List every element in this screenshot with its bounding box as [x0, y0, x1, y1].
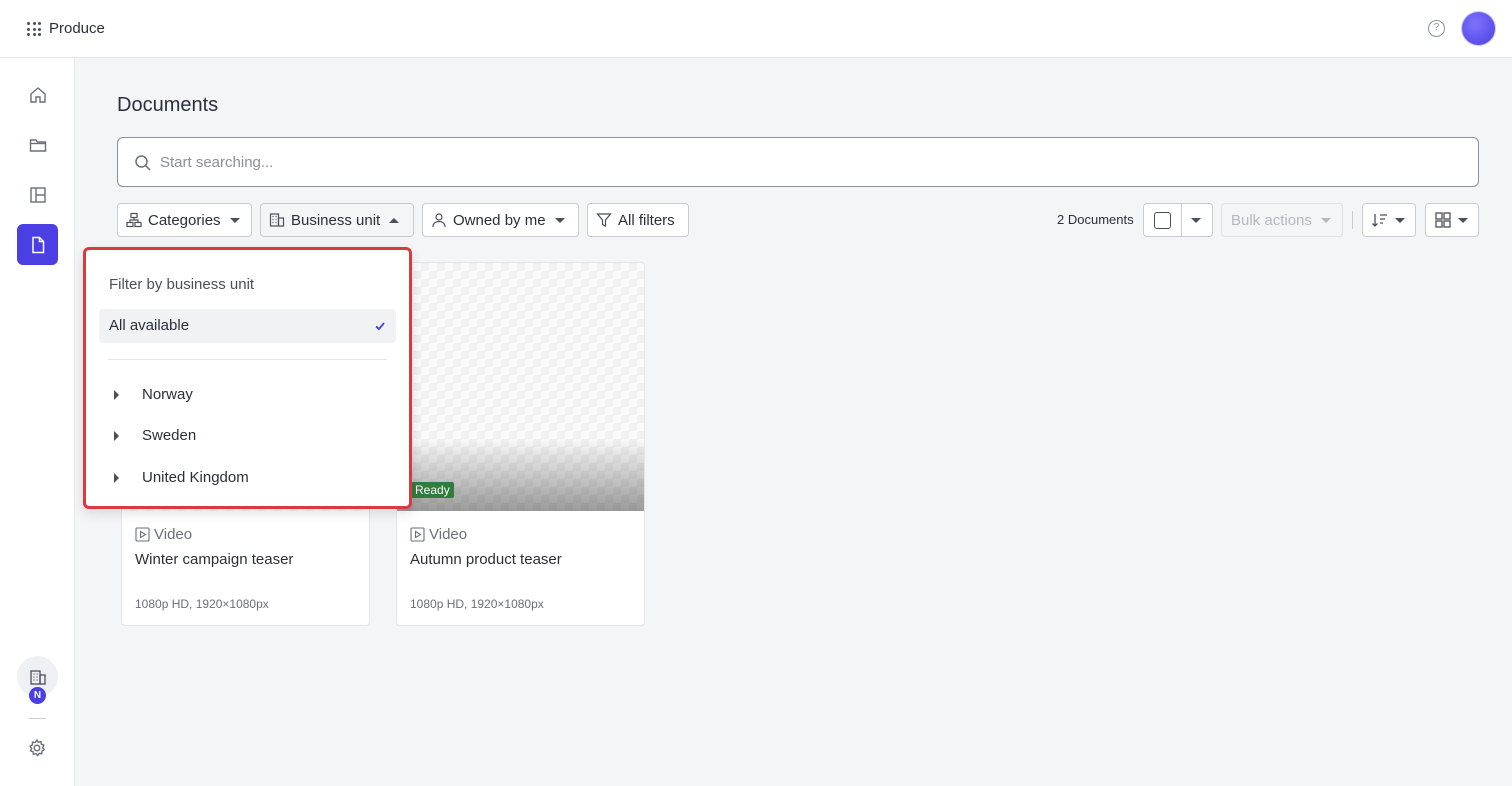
search-icon — [135, 155, 151, 171]
select-all-group — [1143, 203, 1213, 237]
grid-view-icon — [1435, 212, 1451, 228]
expand-arrow-icon[interactable] — [114, 431, 119, 441]
dropdown-option-label: United Kingdom — [142, 469, 249, 486]
dropdown-option-label: Sweden — [142, 427, 197, 444]
bulk-actions-label: Bulk actions — [1231, 211, 1312, 229]
document-count: 2 Documents — [1057, 212, 1134, 227]
chevron-down-icon — [1320, 217, 1331, 223]
dropdown-option-norway[interactable]: Norway — [99, 378, 396, 412]
folder-icon — [29, 138, 46, 152]
categories-filter-button[interactable]: Categories — [117, 203, 252, 237]
document-card[interactable]: Ready Video Autumn product teaser 1080p … — [396, 262, 645, 626]
business-unit-filter-button[interactable]: Business unit — [260, 203, 414, 237]
card-type: Video — [410, 526, 467, 543]
all-filters-button[interactable]: All filters — [587, 203, 689, 237]
owned-by-me-filter-label: Owned by me — [453, 211, 546, 229]
card-title: Winter campaign teaser — [135, 551, 294, 568]
card-type-label: Video — [429, 526, 468, 543]
search-input[interactable] — [160, 150, 1460, 174]
sidebar-item-templates[interactable] — [17, 174, 58, 215]
dropdown-title: Filter by business unit — [109, 276, 255, 293]
business-unit-badge: N — [29, 687, 46, 704]
bulk-actions-button[interactable]: Bulk actions — [1221, 203, 1343, 237]
categories-icon — [126, 212, 142, 228]
dropdown-option-sweden[interactable]: Sweden — [99, 419, 396, 453]
page-title: Documents — [117, 94, 219, 116]
dropdown-option-label: All available — [109, 317, 190, 334]
building-icon — [269, 213, 285, 227]
business-unit-filter-label: Business unit — [291, 211, 381, 229]
expand-arrow-icon[interactable] — [114, 390, 119, 400]
thumbnail-shade — [397, 438, 644, 511]
avatar[interactable] — [1462, 12, 1495, 45]
video-icon — [135, 527, 150, 542]
top-bar: Produce ? — [0, 0, 1512, 58]
chevron-up-icon — [389, 217, 400, 223]
building-icon — [29, 669, 46, 685]
expand-arrow-icon[interactable] — [114, 473, 119, 483]
video-icon — [410, 527, 425, 542]
dropdown-option-label: Norway — [142, 386, 193, 403]
dropdown-option-all-available[interactable]: All available — [99, 309, 396, 343]
layout-icon — [29, 186, 46, 203]
chevron-down-icon — [1395, 217, 1405, 223]
search-box — [117, 137, 1479, 187]
sidebar-item-documents[interactable] — [17, 224, 58, 265]
dropdown-divider — [108, 359, 387, 360]
card-type-label: Video — [154, 526, 193, 543]
business-unit-dropdown: Filter by business unit All available No… — [83, 247, 412, 509]
status-badge: Ready — [411, 482, 454, 498]
chevron-down-icon — [229, 217, 240, 223]
sidebar-item-folders[interactable] — [17, 124, 58, 165]
select-all-checkbox[interactable] — [1154, 212, 1171, 229]
filter-icon — [596, 213, 612, 227]
card-meta: 1080p HD, 1920×1080px — [410, 597, 544, 611]
view-toggle-button[interactable] — [1425, 203, 1479, 237]
toolbar-divider — [1352, 211, 1353, 229]
gear-icon[interactable] — [27, 738, 47, 758]
sidebar-item-home[interactable] — [17, 74, 58, 115]
all-filters-label: All filters — [618, 211, 675, 229]
home-icon — [29, 86, 46, 103]
person-icon — [432, 213, 446, 228]
categories-filter-label: Categories — [148, 211, 221, 229]
sidebar: N — [0, 58, 75, 786]
card-title: Autumn product teaser — [410, 551, 562, 568]
chevron-down-icon — [1458, 217, 1468, 223]
card-meta: 1080p HD, 1920×1080px — [135, 597, 269, 611]
checkmark-icon — [375, 322, 385, 331]
select-separator — [1181, 204, 1182, 236]
chevron-down-icon[interactable] — [1191, 218, 1201, 223]
sort-button[interactable] — [1362, 203, 1416, 237]
document-icon — [31, 236, 44, 253]
app-title: Produce — [49, 20, 105, 37]
chevron-down-icon — [554, 217, 565, 223]
owned-by-me-filter-button[interactable]: Owned by me — [422, 203, 579, 237]
dropdown-option-united-kingdom[interactable]: United Kingdom — [99, 461, 396, 495]
card-type: Video — [135, 526, 192, 543]
sort-icon — [1372, 214, 1387, 227]
app-launcher-icon[interactable] — [27, 22, 41, 36]
sidebar-divider — [29, 718, 46, 719]
help-circle-icon[interactable]: ? — [1428, 20, 1445, 37]
